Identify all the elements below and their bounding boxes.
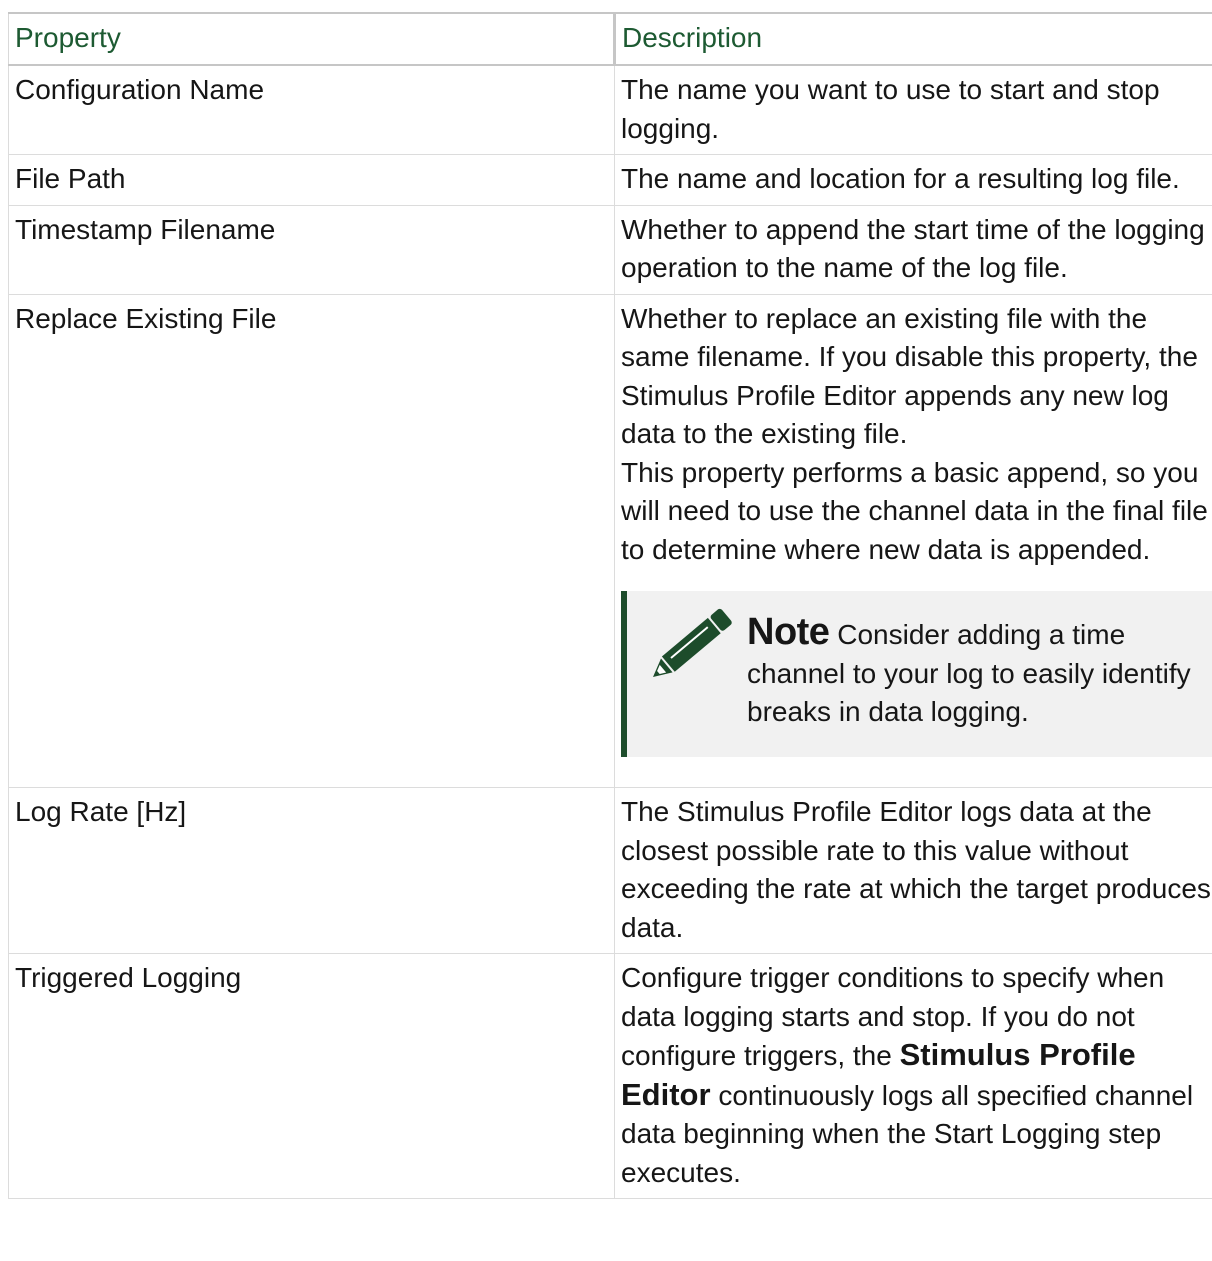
header-property: Property — [8, 12, 615, 66]
description-cell: Whether to replace an existing file with… — [614, 294, 1212, 788]
description-paragraph-2: This property performs a basic append, s… — [621, 456, 1208, 565]
note-callout: Note Consider adding a time channel to y… — [621, 591, 1212, 757]
property-cell: Triggered Logging — [8, 953, 615, 1199]
property-cell: Log Rate [Hz] — [8, 787, 615, 954]
description-cell: The name you want to use to start and st… — [614, 65, 1212, 155]
header-description: Description — [613, 12, 1212, 66]
properties-table: Property Description Configuration Name … — [8, 12, 1212, 1199]
table-header-row: Property Description — [8, 12, 1212, 66]
properties-table-container: Property Description Configuration Name … — [8, 12, 1212, 1199]
description-cell: The Stimulus Profile Editor logs data at… — [614, 787, 1212, 954]
description-paragraph: Whether to replace an existing file with… — [621, 302, 1198, 450]
property-cell: File Path — [8, 154, 615, 206]
note-text: Note Consider adding a time channel to y… — [747, 613, 1205, 732]
description-cell: Whether to append the start time of the … — [614, 205, 1212, 295]
description-cell: The name and location for a resulting lo… — [614, 154, 1212, 206]
table-row: Configuration Name The name you want to … — [8, 65, 1212, 155]
table-row: Replace Existing File Whether to replace… — [8, 294, 1212, 788]
pencil-icon — [653, 608, 732, 677]
property-cell: Timestamp Filename — [8, 205, 615, 295]
note-label: Note — [747, 611, 830, 653]
table-row: Timestamp Filename Whether to append the… — [8, 205, 1212, 295]
property-cell: Replace Existing File — [8, 294, 615, 788]
table-row: Log Rate [Hz] The Stimulus Profile Edito… — [8, 787, 1212, 954]
table-row: File Path The name and location for a re… — [8, 154, 1212, 206]
property-cell: Configuration Name — [8, 65, 615, 155]
table-row: Triggered Logging Configure trigger cond… — [8, 953, 1212, 1199]
description-cell: Configure trigger conditions to specify … — [614, 953, 1212, 1199]
